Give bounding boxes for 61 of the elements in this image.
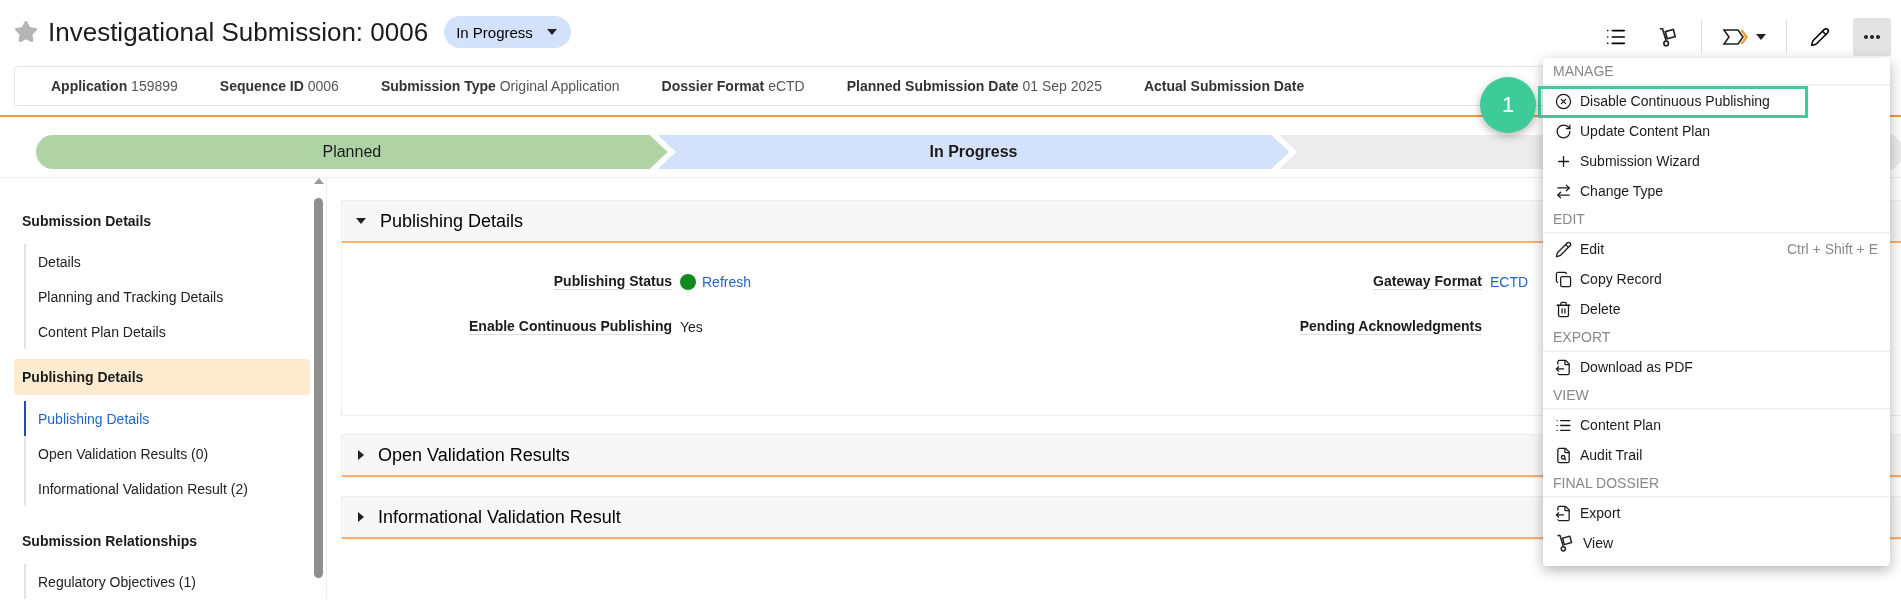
field-link[interactable]: ECTD xyxy=(1490,273,1529,290)
info-field: Planned Submission Date 01 Sep 2025 xyxy=(846,78,1102,94)
scrollbar-thumb[interactable] xyxy=(314,198,323,578)
info-field: Application 159899 xyxy=(51,78,178,94)
hand-truck-icon xyxy=(1555,533,1575,553)
menu-section-header: VIEW xyxy=(1543,382,1890,410)
sidebar-item[interactable]: Regulatory Objectives (1) xyxy=(24,564,310,599)
chevron-stage-icon xyxy=(1722,28,1750,46)
hand-truck-icon xyxy=(1657,26,1679,48)
pencil-icon xyxy=(1555,240,1572,258)
stage-step: Planned xyxy=(36,135,668,169)
field-label: Publishing Status xyxy=(553,273,672,290)
menu-item[interactable]: Download as PDF xyxy=(1543,352,1890,382)
info-field: Actual Submission Date xyxy=(1143,78,1305,94)
info-field: Sequence ID 0006 xyxy=(219,78,339,94)
callout-badge: 1 xyxy=(1480,77,1536,133)
info-field: Submission Type Original Application xyxy=(380,78,620,94)
menu-section-header: EXPORT xyxy=(1543,324,1890,352)
status-dropdown[interactable]: In Progress xyxy=(444,16,571,48)
sidebar-item[interactable]: Content Plan Details xyxy=(24,314,310,349)
menu-section-header: FINAL DOSSIER xyxy=(1543,470,1890,498)
field-label: Gateway Format xyxy=(1373,273,1482,290)
more-icon xyxy=(1864,35,1880,39)
menu-item[interactable]: Disable Continuous Publishing xyxy=(1543,86,1890,116)
favorite-star-icon[interactable] xyxy=(14,20,38,44)
status-dot xyxy=(680,273,696,290)
menu-item[interactable]: Submission Wizard xyxy=(1543,146,1890,176)
sidebar-item[interactable]: Publishing Details xyxy=(24,401,310,436)
close-circle-icon xyxy=(1555,92,1572,110)
trash-icon xyxy=(1555,300,1572,318)
menu-item[interactable]: Delete xyxy=(1543,294,1890,324)
copy-icon xyxy=(1555,270,1572,288)
field-value: Yes xyxy=(680,318,703,335)
menu-item[interactable]: Copy Record xyxy=(1543,264,1890,294)
file-export-icon xyxy=(1555,504,1572,522)
menu-item[interactable]: Export xyxy=(1543,498,1890,528)
sidebar-group[interactable]: Submission Details xyxy=(14,204,310,238)
page-title: Investigational Submission: 0006 xyxy=(48,16,429,48)
sidebar-item[interactable]: Informational Validation Result (2) xyxy=(24,471,310,506)
scroll-up-icon[interactable] xyxy=(314,178,324,184)
shortcut-text: Ctrl + Shift + E xyxy=(1786,241,1878,257)
sidebar-group[interactable]: Submission Relationships xyxy=(14,524,310,558)
refresh-icon xyxy=(1555,122,1572,140)
menu-section-header: MANAGE xyxy=(1543,58,1890,86)
file-search-icon xyxy=(1555,446,1572,464)
refresh-link[interactable]: Refresh xyxy=(702,273,752,290)
stage-step: In Progress xyxy=(657,135,1290,169)
file-export-icon xyxy=(1555,358,1572,376)
sidebar-group[interactable]: Publishing Details xyxy=(14,359,310,395)
pencil-icon xyxy=(1810,27,1830,47)
more-actions-button[interactable] xyxy=(1853,18,1891,56)
sidebar-item[interactable]: Details xyxy=(24,244,310,279)
sidebar-item[interactable]: Open Validation Results (0) xyxy=(24,436,310,471)
field-label: Pending Acknowledgments xyxy=(1299,318,1482,335)
sidebar-item[interactable]: Planning and Tracking Details xyxy=(24,279,310,314)
menu-item[interactable]: Audit Trail xyxy=(1543,440,1890,470)
field-label: Enable Continuous Publishing xyxy=(469,318,672,335)
menu-item[interactable]: Update Content Plan xyxy=(1543,116,1890,146)
info-field: Dossier Format eCTD xyxy=(661,78,805,94)
menu-section-header: EDIT xyxy=(1543,206,1890,234)
swap-arrows-icon xyxy=(1555,182,1572,200)
